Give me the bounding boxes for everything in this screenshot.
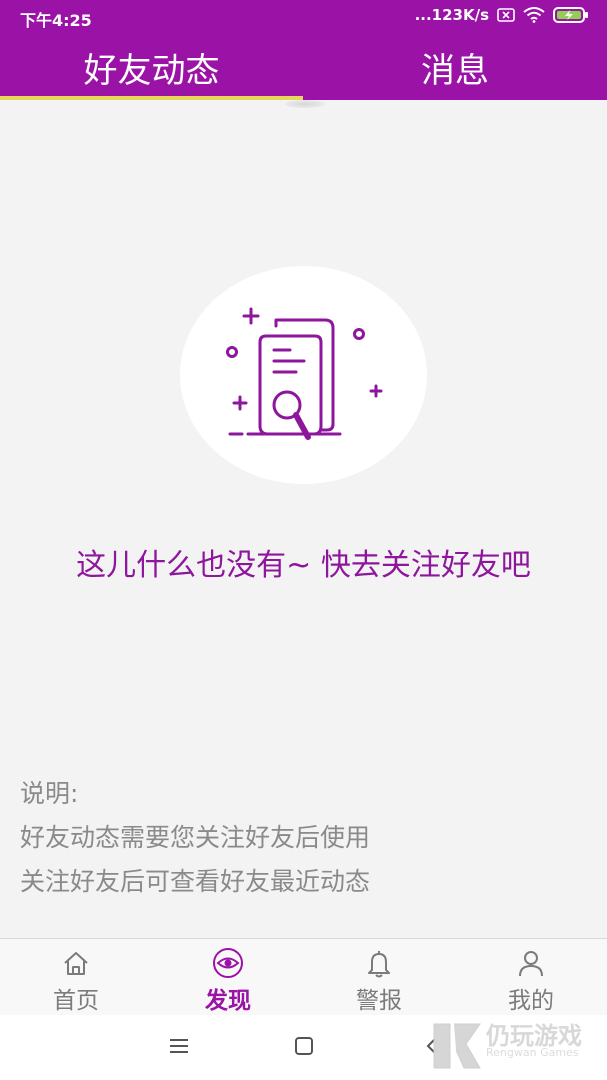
menu-icon[interactable]	[168, 1035, 190, 1057]
tab-indicator	[0, 96, 303, 100]
battery-charging-icon	[553, 7, 589, 23]
nav-item-alerts[interactable]: 警报	[303, 939, 455, 1016]
user-icon	[519, 951, 543, 977]
tab-bar: 好友动态 消息	[0, 34, 607, 100]
tab-shadow	[285, 100, 325, 108]
note-section: 说明: 好友动态需要您关注好友后使用 关注好友后可查看好友最近动态	[20, 772, 370, 904]
watermark-logo	[433, 1023, 481, 1069]
status-time: 下午4:25	[20, 11, 92, 30]
empty-state-illustration	[180, 266, 427, 484]
tab-friend-feed[interactable]: 好友动态	[0, 34, 303, 100]
wifi-icon	[523, 7, 545, 23]
note-line: 好友动态需要您关注好友后使用	[20, 823, 371, 852]
watermark-text-en: Rengwan Games	[486, 1046, 579, 1059]
nav-label-discover: 发现	[205, 988, 251, 1014]
empty-state-message: 这儿什么也没有~ 快去关注好友吧	[76, 548, 531, 583]
document-search-icon	[226, 307, 383, 440]
bell-icon	[368, 951, 390, 978]
status-bar: 下午4:25 ...123K/s	[0, 0, 607, 34]
bottom-nav: 首页 发现 警报 我的	[0, 938, 607, 1015]
sim-icon	[497, 8, 515, 22]
eye-icon	[213, 948, 243, 978]
nav-item-home[interactable]: 首页	[0, 939, 152, 1016]
home-icon	[64, 952, 88, 975]
nav-label-home: 首页	[53, 988, 99, 1014]
network-speed: ...123K/s	[414, 6, 489, 24]
nav-label-alerts: 警报	[356, 988, 402, 1014]
status-indicators: ...123K/s	[415, 6, 589, 24]
home-square-icon[interactable]	[293, 1035, 315, 1057]
nav-item-discover[interactable]: 发现	[152, 939, 304, 1016]
watermark: 仍玩游戏 Rengwan Games	[428, 1014, 607, 1078]
nav-label-profile: 我的	[508, 988, 554, 1014]
tab-messages[interactable]: 消息	[303, 34, 607, 100]
note-title: 说明:	[20, 779, 79, 808]
note-line: 关注好友后可查看好友最近动态	[20, 867, 371, 896]
nav-item-profile[interactable]: 我的	[455, 939, 607, 1016]
